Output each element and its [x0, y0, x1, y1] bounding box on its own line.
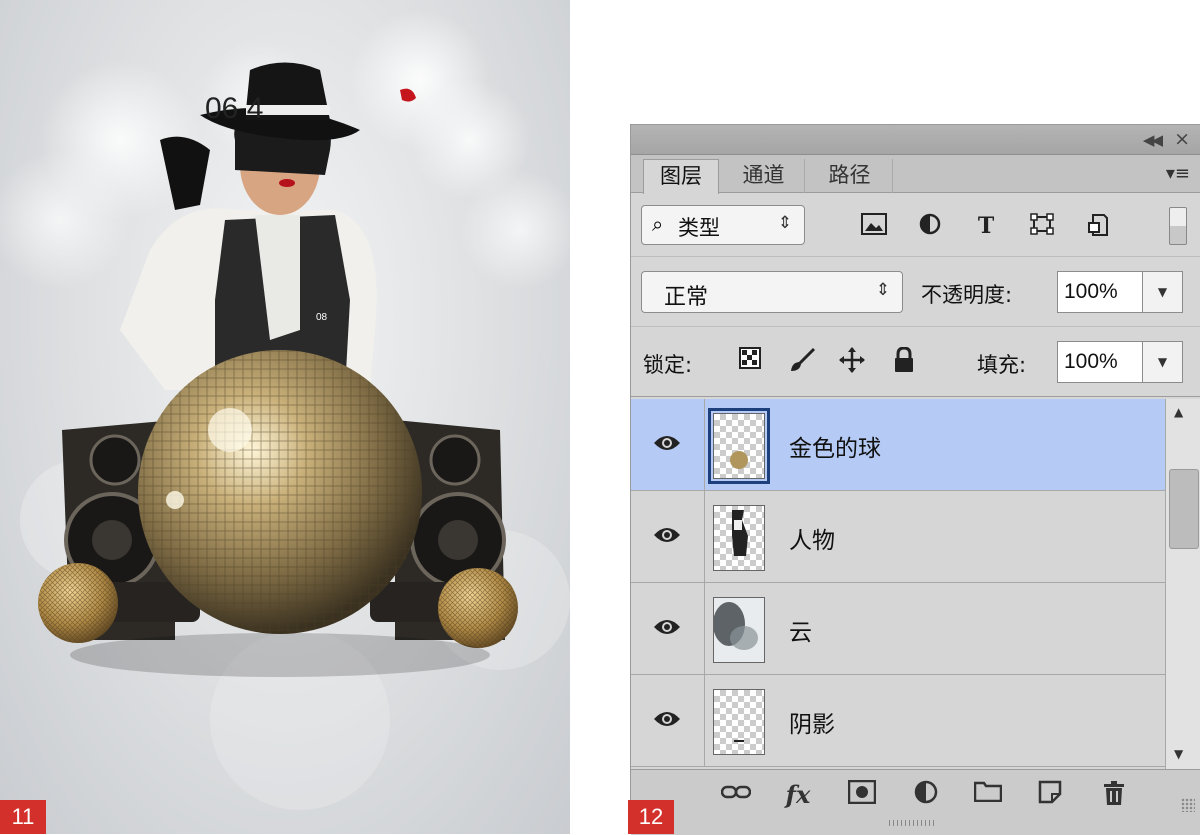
tab-paths[interactable]: 路径 — [807, 159, 893, 193]
visibility-toggle[interactable] — [631, 399, 705, 491]
scrollbar-thumb[interactable] — [1169, 469, 1199, 549]
eye-icon — [654, 436, 680, 450]
layers-bottom-toolbar: fx — [631, 769, 1200, 835]
panel-title-bar[interactable]: ◀◀ × — [631, 125, 1200, 155]
add-layer-mask-icon[interactable] — [845, 779, 879, 814]
scroll-down-arrow-icon[interactable]: ▼ — [1174, 747, 1183, 761]
poster-artwork: 06 4 08 — [0, 0, 570, 834]
link-layers-icon[interactable] — [719, 780, 753, 814]
new-adjustment-layer-icon[interactable] — [909, 780, 943, 814]
lock-label: 锁定: — [643, 353, 693, 377]
collapse-panel-icon[interactable]: ◀◀ — [1143, 131, 1163, 149]
adjustment-layer-filter-icon[interactable] — [915, 213, 945, 241]
layer-style-fx-icon[interactable]: fx — [781, 780, 815, 814]
tab-layers[interactable]: 图层 — [643, 159, 719, 194]
new-group-folder-icon[interactable] — [971, 780, 1005, 814]
shape-layer-filter-icon[interactable] — [1027, 213, 1057, 241]
layer-thumbnail — [713, 505, 765, 571]
layer-row-person[interactable]: 人物 — [631, 491, 1165, 583]
visibility-toggle[interactable] — [631, 583, 705, 675]
layer-list: 金色的球 人物 云 阴影 — [631, 399, 1200, 769]
poster-number-text: 06 4 — [205, 92, 263, 125]
layer-list-scrollbar[interactable]: ▲ ▼ — [1165, 399, 1200, 769]
fill-input[interactable]: 100% — [1057, 341, 1143, 383]
fill-label: 填充: — [977, 353, 1027, 377]
layer-thumbnail — [713, 597, 765, 663]
visibility-toggle[interactable] — [631, 675, 705, 767]
figure-number-badge: 12 — [628, 800, 674, 834]
opacity-dropdown-button[interactable]: ▼ — [1143, 271, 1183, 313]
scroll-up-arrow-icon[interactable]: ▲ — [1174, 405, 1183, 419]
eye-icon — [654, 712, 680, 726]
lock-position-move-icon[interactable] — [837, 347, 867, 377]
layer-row-shadow[interactable]: 阴影 — [631, 675, 1165, 767]
stepper-arrows-icon: ⇕ — [777, 213, 792, 233]
delete-layer-trash-icon[interactable] — [1097, 780, 1131, 814]
layer-name: 阴影 — [789, 712, 835, 738]
layer-thumbnail — [713, 689, 765, 755]
filter-kind-select[interactable]: ⌕ 类型 ⇕ — [641, 205, 805, 245]
blend-opacity-row: 正常 ⇕ 不透明度: 100% ▼ — [631, 257, 1200, 327]
lock-fill-row: 锁定: 填充: 100% ▼ — [631, 327, 1200, 397]
opacity-label: 不透明度: — [921, 283, 1013, 307]
eye-icon — [654, 528, 680, 542]
fill-dropdown-button[interactable]: ▼ — [1143, 341, 1183, 383]
filter-toggle-switch[interactable] — [1169, 207, 1187, 245]
layer-filter-row: ⌕ 类型 ⇕ T — [631, 195, 1200, 257]
lock-all-icon[interactable] — [889, 346, 919, 377]
panel-menu-icon[interactable]: ▾≡ — [1166, 163, 1190, 184]
pendant-text: 08 — [316, 312, 328, 323]
smart-object-filter-icon[interactable] — [1083, 213, 1113, 241]
lock-image-pixels-brush-icon[interactable] — [787, 347, 817, 377]
type-layer-filter-icon[interactable]: T — [971, 213, 1001, 241]
lock-transparent-pixels-icon[interactable] — [735, 347, 765, 377]
panel-tab-bar: 图层 通道 路径 ▾≡ — [631, 155, 1200, 194]
poster-illustration: 06 4 08 — [0, 10, 570, 810]
new-layer-icon[interactable] — [1033, 780, 1067, 814]
close-icon[interactable]: × — [1174, 128, 1190, 150]
figure-number-badge: 11 — [0, 800, 46, 834]
search-icon: ⌕ — [652, 212, 664, 236]
layer-thumbnail — [708, 408, 770, 484]
layer-name: 人物 — [789, 528, 835, 554]
corner-resize-grip[interactable] — [1181, 798, 1195, 812]
tab-channels[interactable]: 通道 — [723, 159, 805, 193]
layer-row-cloud[interactable]: 云 — [631, 583, 1165, 675]
layer-name: 云 — [789, 620, 812, 646]
blend-mode-value: 正常 — [664, 285, 709, 310]
blend-mode-select[interactable]: 正常 ⇕ — [641, 271, 903, 313]
pixel-layer-filter-icon[interactable] — [859, 213, 889, 241]
panel-resize-grip[interactable] — [889, 820, 935, 826]
opacity-input[interactable]: 100% — [1057, 271, 1143, 313]
layer-row-gold-ball[interactable]: 金色的球 — [631, 399, 1165, 491]
stepper-arrows-icon: ⇕ — [875, 280, 890, 300]
layer-name: 金色的球 — [789, 436, 881, 462]
visibility-toggle[interactable] — [631, 491, 705, 583]
layers-panel: ◀◀ × 图层 通道 路径 ▾≡ ⌕ 类型 ⇕ T 正常 ⇕ 不透明度: 100… — [630, 124, 1200, 835]
filter-kind-label: 类型 — [678, 216, 720, 240]
eye-icon — [654, 620, 680, 634]
